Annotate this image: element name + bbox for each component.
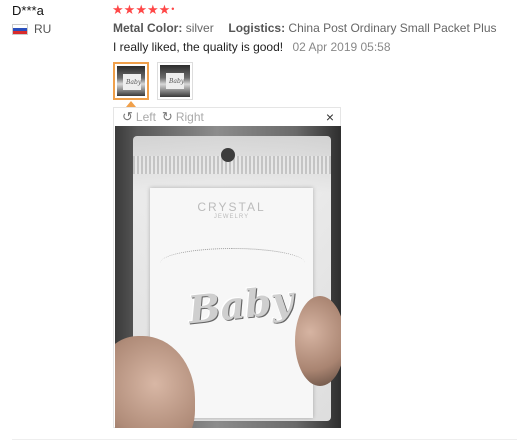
rotate-right-label: Right [175,110,204,124]
review-body: I really liked, the quality is good! 02 … [113,40,391,54]
russia-flag-icon [12,23,28,35]
star-icon: ★ [135,2,147,17]
review-thumbnail[interactable]: Baby [157,62,193,100]
review-attributes: Metal Color: silver Logistics: China Pos… [113,21,497,35]
reviewer-name: D***a [12,3,44,18]
review-thumbnails: Baby Baby [113,62,193,100]
divider [12,439,517,440]
rotate-right-button[interactable]: ↻ Right [162,109,204,125]
attribute-key: Metal Color: [113,21,183,35]
reviewer-country: RU [12,22,51,36]
thumbnail-text: Baby [126,79,142,86]
viewer-toolbar: ↺ Left ↻ Right [114,108,340,126]
card-brand: CRYSTAL [197,200,266,214]
review-text: I really liked, the quality is good! [113,40,284,54]
rotate-right-icon: ↻ [161,109,173,124]
star-icon: ★ [123,2,136,17]
thumbnail-text: Baby [169,78,185,85]
review-date: 02 Apr 2019 05:58 [292,40,391,54]
card-brand-sub: JEWELRY [213,214,250,220]
necklace-chain [160,248,305,278]
close-icon[interactable]: × [326,109,334,125]
necklace-pendant: Baby [185,276,296,333]
attribute-value: silver [185,21,214,35]
country-code: RU [34,22,52,36]
star-icon: ★ [158,2,171,17]
attribute-key: Logistics: [228,21,286,35]
hang-hole [221,148,235,162]
star-icon: ★ [146,2,159,17]
review-thumbnail[interactable]: Baby [113,62,149,100]
star-icon: ★ [112,2,124,17]
attribute-value: China Post Ordinary Small Packet Plus [288,21,497,35]
rotate-left-button[interactable]: ↺ Left [122,109,156,125]
image-viewer: ↺ Left ↻ Right × CRYSTAL JEWELRY Baby [113,107,341,428]
rotate-left-label: Left [135,110,156,124]
rating-dot-icon: • [171,4,175,14]
star-rating: ★★★★★• [112,2,174,18]
rotate-left-icon: ↺ [122,109,133,124]
review-photo: CRYSTAL JEWELRY Baby [115,126,341,428]
finger [295,296,341,386]
